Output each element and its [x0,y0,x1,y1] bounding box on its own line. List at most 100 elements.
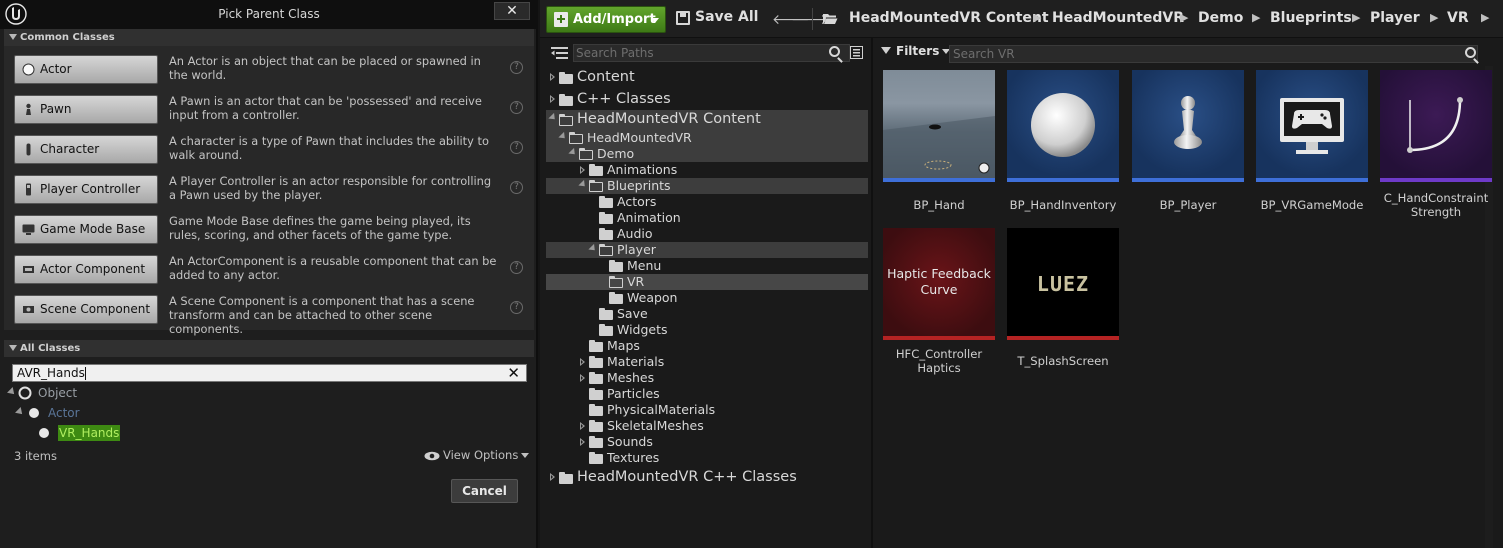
help-icon[interactable]: ? [510,141,523,154]
tree-item-headmountedvr-content[interactable]: HeadMountedVR Content [546,110,868,130]
tree-item-headmountedvr-cpp-classes[interactable]: HeadMountedVR C++ Classes [546,468,868,488]
tree-item-content[interactable]: Content [546,68,868,88]
search-icon[interactable] [1465,47,1476,58]
breadcrumb-separator-icon[interactable]: ▶ [1352,11,1360,24]
view-options-label: View Options [443,448,519,462]
breadcrumb-separator-icon[interactable]: ▶ [1252,11,1260,24]
search-paths-input[interactable]: Search Paths [573,44,850,62]
expand-arrow-icon[interactable] [550,95,555,103]
breadcrumb-separator-icon[interactable]: ▶ [1033,11,1041,24]
breadcrumb-separator-icon[interactable]: ▶ [1180,11,1188,24]
asset-tile-t-splashscreen[interactable]: LUEZ T_SplashScreen [1007,228,1119,368]
actor-component-class-button[interactable]: Actor Component [14,255,158,284]
breadcrumb-vr[interactable]: VR [1447,10,1469,26]
expand-arrow-icon[interactable] [580,374,585,382]
save-all-button[interactable]: Save All [676,9,758,25]
expand-arrow-icon[interactable] [580,166,585,174]
folder-icon [589,404,603,416]
asset-tile-bp-hand[interactable]: BP_Hand [883,70,995,212]
help-icon[interactable]: ? [510,261,523,274]
folder-open-icon[interactable] [822,12,838,25]
expand-arrow-icon[interactable] [580,422,585,430]
dialog-titlebar[interactable]: Pick Parent Class ✕ [0,0,538,29]
expand-arrow-icon[interactable] [550,73,555,81]
asset-type-bar [883,336,995,340]
breadcrumb-blueprints[interactable]: Blueprints [1270,10,1352,26]
help-icon[interactable]: ? [510,181,523,194]
tree-item-skeletalmeshes[interactable]: SkeletalMeshes [546,418,868,434]
expand-arrow-icon[interactable] [578,179,588,190]
tree-label: Content [577,69,635,85]
tree-label: Materials [607,354,665,369]
common-classes-header[interactable]: Common Classes [4,29,534,46]
breadcrumb-player[interactable]: Player [1370,10,1420,26]
pawn-class-button[interactable]: Pawn [14,95,158,124]
tree-item-animations[interactable]: Animations [546,162,868,178]
folder-open-icon [599,244,613,256]
curve-thumbnail [1380,70,1492,182]
expand-arrow-icon[interactable] [580,358,585,366]
tree-item-widgets[interactable]: Widgets [546,322,868,338]
breadcrumb-headmountedvr[interactable]: HeadMountedVR [1052,10,1184,26]
expand-arrow-icon[interactable] [568,147,578,158]
asset-tile-c-handconstraintstrength[interactable]: C_HandConstraint Strength [1380,70,1492,219]
breadcrumb-separator-icon[interactable]: ▶ [1481,11,1489,24]
tree-label: Meshes [607,370,655,385]
close-icon[interactable]: ✕ [494,2,530,20]
folder-icon [589,164,603,176]
tree-item-demo[interactable]: Demo [546,146,868,162]
help-icon[interactable]: ? [510,61,523,74]
actor-class-button[interactable]: Actor [14,55,158,84]
search-icon[interactable] [829,46,840,57]
scene-component-class-button[interactable]: Scene Component [14,295,158,324]
help-icon[interactable]: ? [510,301,523,314]
sources-toggle-icon[interactable] [551,46,568,60]
view-options-button[interactable]: View Options [424,448,530,462]
asset-tile-bp-vrgamemode[interactable]: BP_VRGameMode [1256,70,1368,212]
tree-item-headmountedvr[interactable]: HeadMountedVR [546,130,868,146]
breadcrumb-headmountedvr-content[interactable]: HeadMountedVR Content [849,10,1049,26]
breadcrumb-demo[interactable]: Demo [1198,10,1243,26]
tree-item-menu[interactable]: Menu [546,258,868,274]
tree-item-materials[interactable]: Materials [546,354,868,370]
tree-item-cpp-classes[interactable]: C++ Classes [546,90,868,110]
class-search-input[interactable]: AVR_Hands ✕ [12,364,527,382]
expand-arrow-icon[interactable] [580,438,585,446]
asset-tile-bp-player[interactable]: BP_Player [1132,70,1244,212]
panel-splitter[interactable] [871,38,873,548]
tree-item-weapon[interactable]: Weapon [546,290,868,306]
tree-item-blueprints[interactable]: Blueprints [546,178,868,194]
tree-item-textures[interactable]: Textures [546,450,868,466]
cancel-button[interactable]: Cancel [451,479,518,503]
tree-item-physicalmaterials[interactable]: PhysicalMaterials [546,402,868,418]
tree-item-maps[interactable]: Maps [546,338,868,354]
character-class-button[interactable]: Character [14,135,158,164]
tree-item-actors[interactable]: Actors [546,194,868,210]
asset-search-input[interactable]: Search VR [949,45,1478,63]
all-classes-header[interactable]: All Classes [4,340,534,357]
expand-arrow-icon[interactable] [558,131,568,142]
game-mode-base-class-button[interactable]: Game Mode Base [14,215,158,244]
path-view-options-icon[interactable] [850,46,863,59]
actor-sphere-icon [39,428,49,438]
tree-item-animation[interactable]: Animation [546,210,868,226]
tree-item-vr[interactable]: VR [546,274,868,290]
tree-item-particles[interactable]: Particles [546,386,868,402]
tree-item-save[interactable]: Save [546,306,868,322]
tree-item-sounds[interactable]: Sounds [546,434,868,450]
asset-tile-hfc-controllerhaptics[interactable]: Haptic Feedback Curve HFC_Controller Hap… [883,228,995,375]
expand-arrow-icon[interactable] [548,112,558,123]
clear-search-icon[interactable]: ✕ [507,365,520,381]
tree-item-player[interactable]: Player [546,242,868,258]
filters-button[interactable]: Filters [881,44,951,58]
add-import-button[interactable]: Add/Import [546,6,666,33]
expand-arrow-icon[interactable] [550,473,555,481]
help-icon[interactable]: ? [510,101,523,114]
expand-arrow-icon[interactable] [588,243,598,254]
player-controller-class-button[interactable]: Player Controller [14,175,158,204]
asset-tile-bp-handinventory[interactable]: BP_HandInventory [1007,70,1119,212]
tree-item-meshes[interactable]: Meshes [546,370,868,386]
tree-item-audio[interactable]: Audio [546,226,868,242]
save-all-label: Save All [695,9,759,25]
breadcrumb-separator-icon[interactable]: ▶ [1430,11,1438,24]
